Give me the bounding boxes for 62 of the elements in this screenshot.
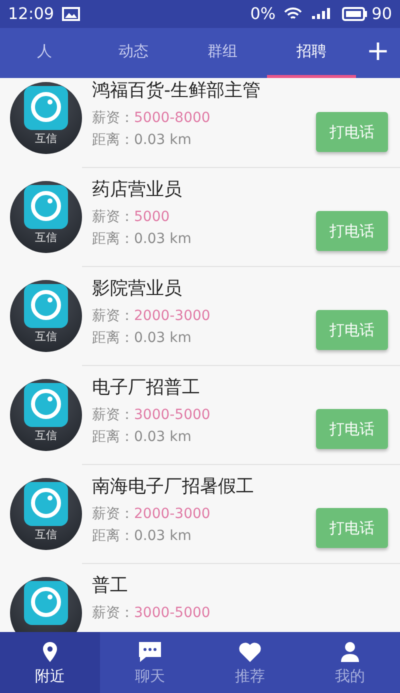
avatar-label: 互信: [34, 528, 58, 541]
person-icon: [338, 641, 362, 664]
job-title: 普工: [92, 574, 129, 598]
distance-value: 0.03 km: [134, 231, 192, 247]
salary-value: 3000-5000: [134, 605, 210, 621]
battery-icon: [342, 7, 368, 21]
salary-label: 薪资：: [92, 407, 134, 423]
tab[interactable]: 动态: [89, 28, 178, 78]
status-time: 12:09: [8, 3, 54, 25]
call-button[interactable]: 打电话: [316, 112, 388, 152]
salary-value: 5000: [134, 209, 170, 225]
distance-label: 距离：: [92, 132, 134, 148]
salary-label: 薪资：: [92, 506, 134, 522]
distance-value: 0.03 km: [134, 429, 192, 445]
nav-tab[interactable]: 推荐: [200, 632, 300, 693]
heart-icon: [238, 641, 262, 664]
battery-level: 90: [372, 3, 392, 25]
tab[interactable]: 人: [0, 28, 89, 78]
distance-label: 距离：: [92, 231, 134, 247]
job-title: 鸿福百货-生鲜部主管: [92, 79, 262, 103]
camera-app-icon: [24, 482, 68, 526]
call-button[interactable]: 打电话: [316, 508, 388, 548]
chat-icon: [138, 641, 162, 664]
avatar-label: 互信: [34, 429, 58, 442]
call-button[interactable]: 打电话: [316, 211, 388, 251]
salary-label: 薪资：: [92, 110, 134, 126]
job-title: 电子厂招普工: [92, 376, 201, 400]
salary-value: 2000-3000: [134, 308, 210, 324]
camera-app-icon: [24, 383, 68, 427]
camera-app-icon: [24, 86, 68, 130]
tab[interactable]: 招聘: [267, 28, 356, 78]
salary-value: 2000-3000: [134, 506, 210, 522]
distance-value: 0.03 km: [134, 330, 192, 346]
image-icon: [62, 7, 80, 21]
job-title: 药店营业员: [92, 178, 183, 202]
avatar-label: 互信: [34, 132, 58, 145]
distance-value: 0.03 km: [134, 528, 192, 544]
distance-label: 距离：: [92, 429, 134, 445]
salary-value: 5000-8000: [134, 110, 210, 126]
salary-label: 薪资：: [92, 605, 134, 621]
salary-value: 3000-5000: [134, 407, 210, 423]
distance-value: 0.03 km: [134, 132, 192, 148]
wifi-icon: [284, 7, 302, 21]
job-title: 影院营业员: [92, 277, 183, 301]
camera-app-icon: [24, 284, 68, 328]
distance-label: 距离：: [92, 528, 134, 544]
distance-label: 距离：: [92, 330, 134, 346]
nav-tab[interactable]: 我的: [300, 632, 400, 693]
avatar-label: 互信: [34, 330, 58, 343]
job-title: 南海电子厂招暑假工: [92, 475, 255, 499]
camera-app-icon: [24, 581, 68, 625]
nav-tab[interactable]: 附近: [0, 632, 100, 693]
call-button[interactable]: 打电话: [316, 409, 388, 449]
salary-label: 薪资：: [92, 209, 134, 225]
data-rate: 0%: [250, 3, 276, 25]
avatar-label: 互信: [34, 231, 58, 244]
salary-label: 薪资：: [92, 308, 134, 324]
nav-tab[interactable]: 聊天: [100, 632, 200, 693]
add-button[interactable]: +: [356, 28, 400, 78]
tab[interactable]: 群组: [178, 28, 267, 78]
camera-app-icon: [24, 185, 68, 229]
call-button[interactable]: 打电话: [316, 310, 388, 350]
